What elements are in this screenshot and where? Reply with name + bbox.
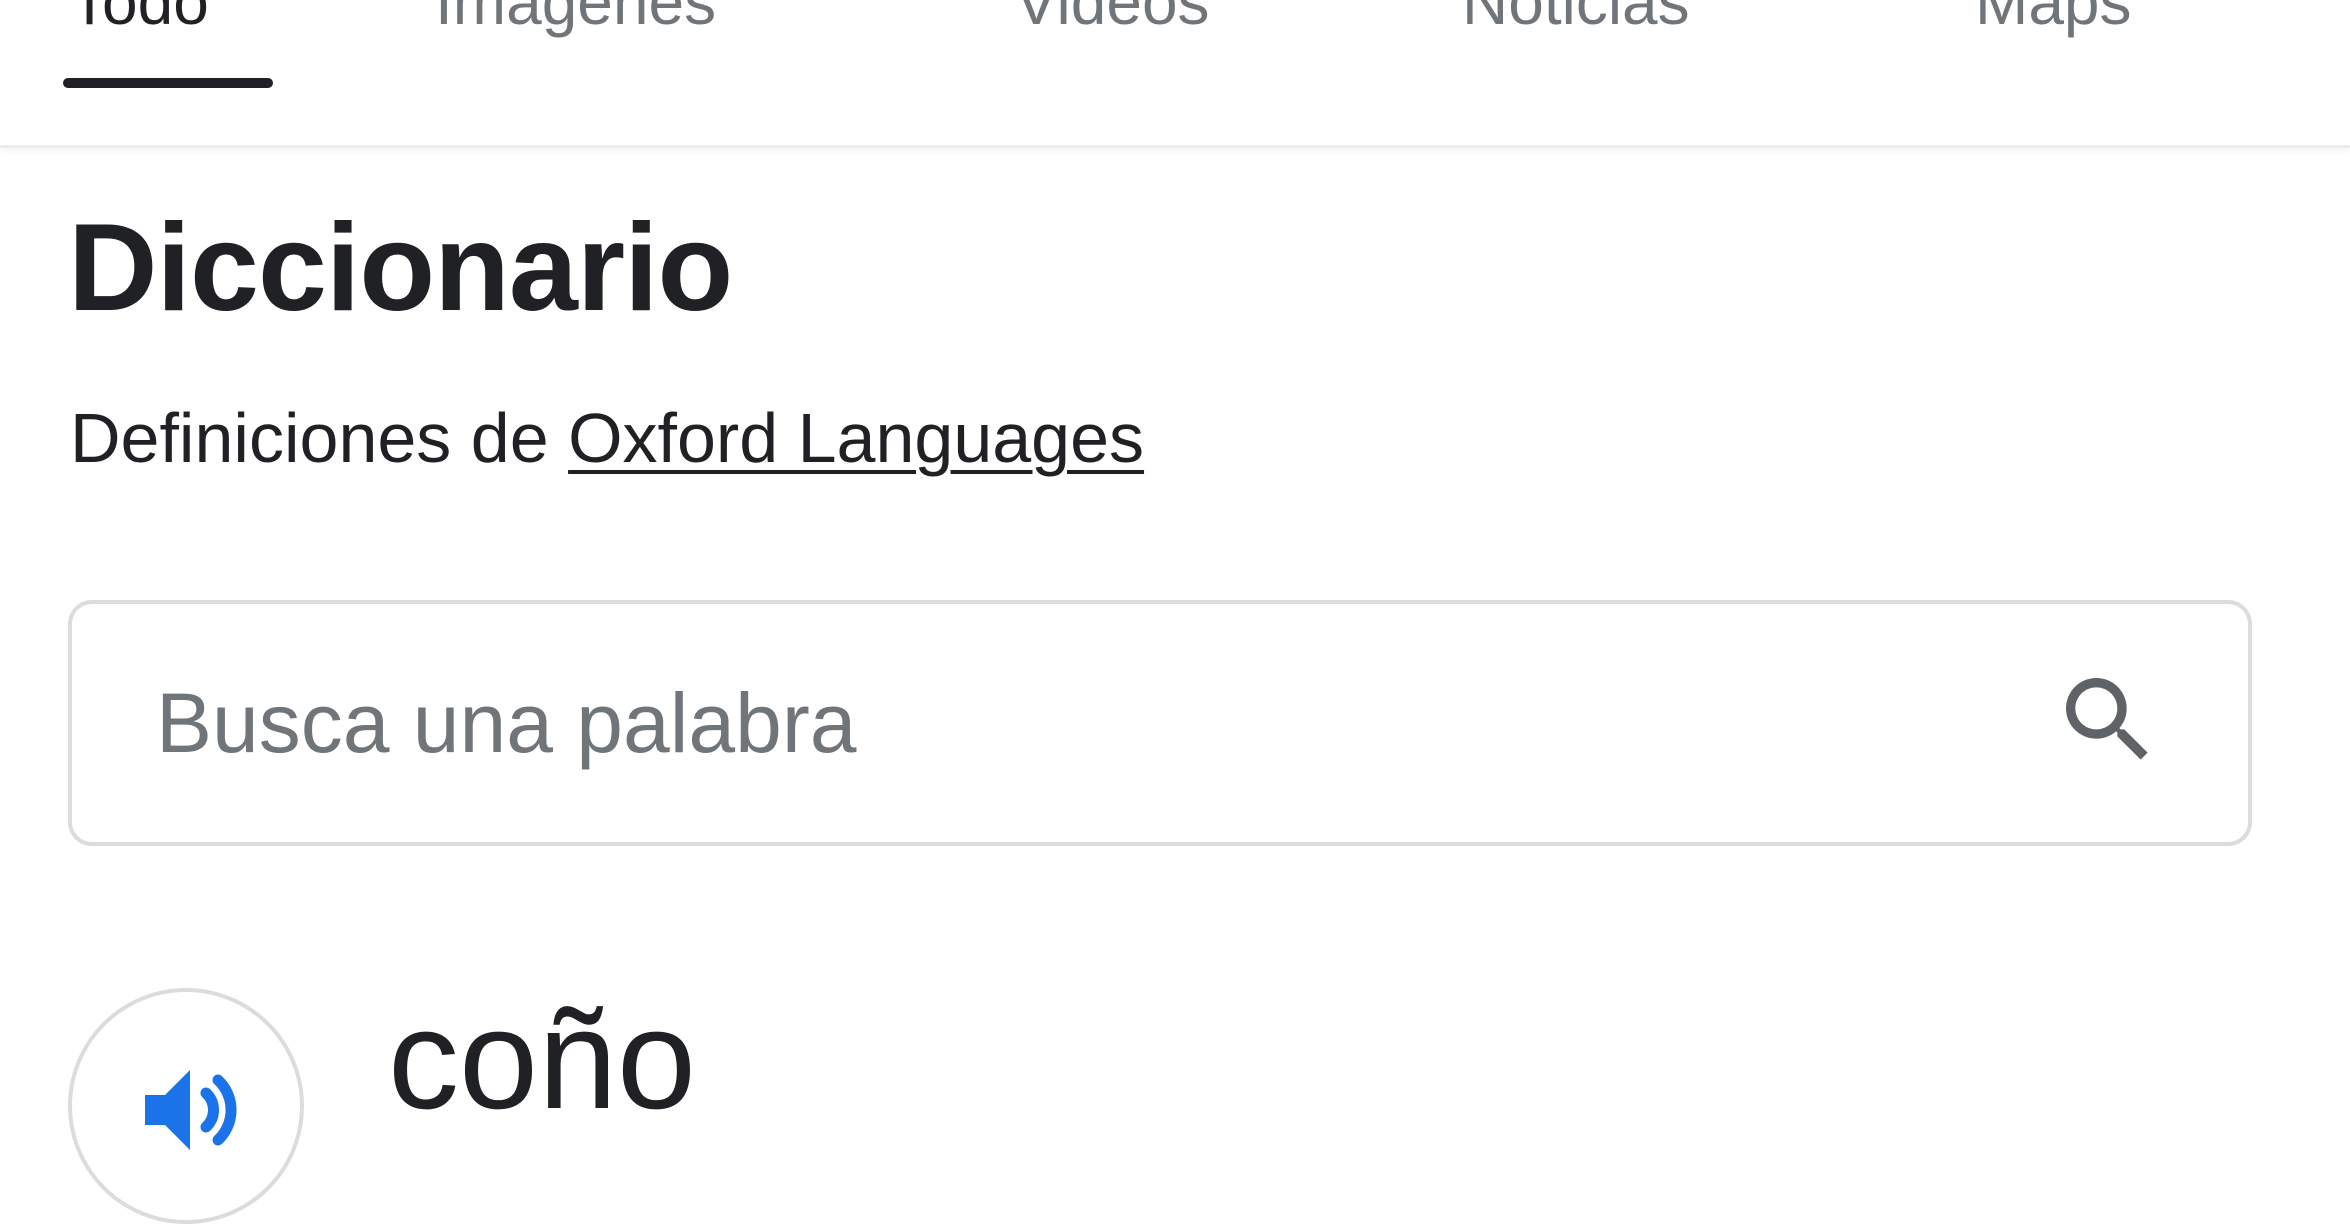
dictionary-source: Definiciones de Oxford Languages — [70, 396, 1144, 480]
tab-imagenes[interactable]: Imágenes — [435, 0, 716, 42]
word-search-input[interactable] — [156, 604, 1956, 842]
tab-videos[interactable]: Videos — [1015, 0, 1210, 42]
active-tab-indicator — [63, 78, 273, 88]
dictionary-title: Diccionario — [68, 199, 733, 337]
dictionary-page: Todo Imágenes Videos Noticias Maps Dicci… — [0, 0, 2350, 1230]
tab-todo[interactable]: Todo — [70, 0, 209, 42]
oxford-languages-link[interactable]: Oxford Languages — [568, 399, 1144, 477]
pronunciation-audio-button[interactable] — [68, 988, 304, 1224]
tab-noticias[interactable]: Noticias — [1462, 0, 1690, 42]
search-tabs: Todo Imágenes Videos Noticias Maps — [0, 0, 2350, 148]
search-icon[interactable] — [2052, 664, 2164, 776]
speaker-icon — [145, 1070, 237, 1150]
headword: coño — [388, 980, 696, 1139]
tab-maps[interactable]: Maps — [1975, 0, 2132, 42]
word-search-box — [68, 600, 2252, 846]
source-prefix: Definiciones de — [70, 399, 569, 477]
